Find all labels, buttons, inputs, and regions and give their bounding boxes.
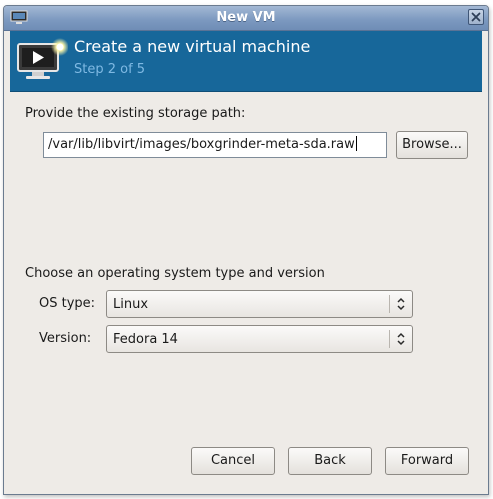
title-bar[interactable]: New VM xyxy=(4,6,488,31)
back-button-label: Back xyxy=(314,453,346,468)
window-title: New VM xyxy=(216,10,276,25)
storage-path-value: /var/lib/libvirt/images/boxgrinder-meta-… xyxy=(48,137,355,152)
close-icon xyxy=(471,12,481,22)
os-type-label: OS type: xyxy=(39,296,96,311)
os-type-select[interactable]: Linux xyxy=(106,290,413,318)
wizard-header: Create a new virtual machine Step 2 of 5 xyxy=(10,31,482,92)
combo-separator xyxy=(389,330,390,348)
version-value: Fedora 14 xyxy=(113,332,178,347)
forward-button[interactable]: Forward xyxy=(385,447,469,475)
up-down-arrows-icon xyxy=(397,332,405,346)
back-button[interactable]: Back xyxy=(288,447,372,475)
close-button[interactable] xyxy=(468,9,484,25)
new-vm-window: New VM Create a new virtual machine Step… xyxy=(3,5,489,495)
browse-button-label: Browse... xyxy=(402,137,462,152)
version-label: Version: xyxy=(39,331,92,346)
cancel-button[interactable]: Cancel xyxy=(191,447,275,475)
os-section-label: Choose an operating system type and vers… xyxy=(25,266,325,281)
up-down-arrows-icon xyxy=(397,297,405,311)
cancel-button-label: Cancel xyxy=(210,453,256,468)
version-select[interactable]: Fedora 14 xyxy=(106,325,413,353)
os-type-value: Linux xyxy=(113,297,149,312)
text-cursor xyxy=(355,136,357,151)
step-indicator: Step 2 of 5 xyxy=(74,62,146,77)
monitor-play-icon xyxy=(17,38,68,79)
forward-button-label: Forward xyxy=(400,453,454,468)
storage-path-label: Provide the existing storage path: xyxy=(25,106,246,121)
storage-path-input[interactable]: /var/lib/libvirt/images/boxgrinder-meta-… xyxy=(43,132,387,158)
browse-button[interactable]: Browse... xyxy=(396,131,468,159)
header-title: Create a new virtual machine xyxy=(74,37,311,56)
combo-separator xyxy=(389,295,390,313)
